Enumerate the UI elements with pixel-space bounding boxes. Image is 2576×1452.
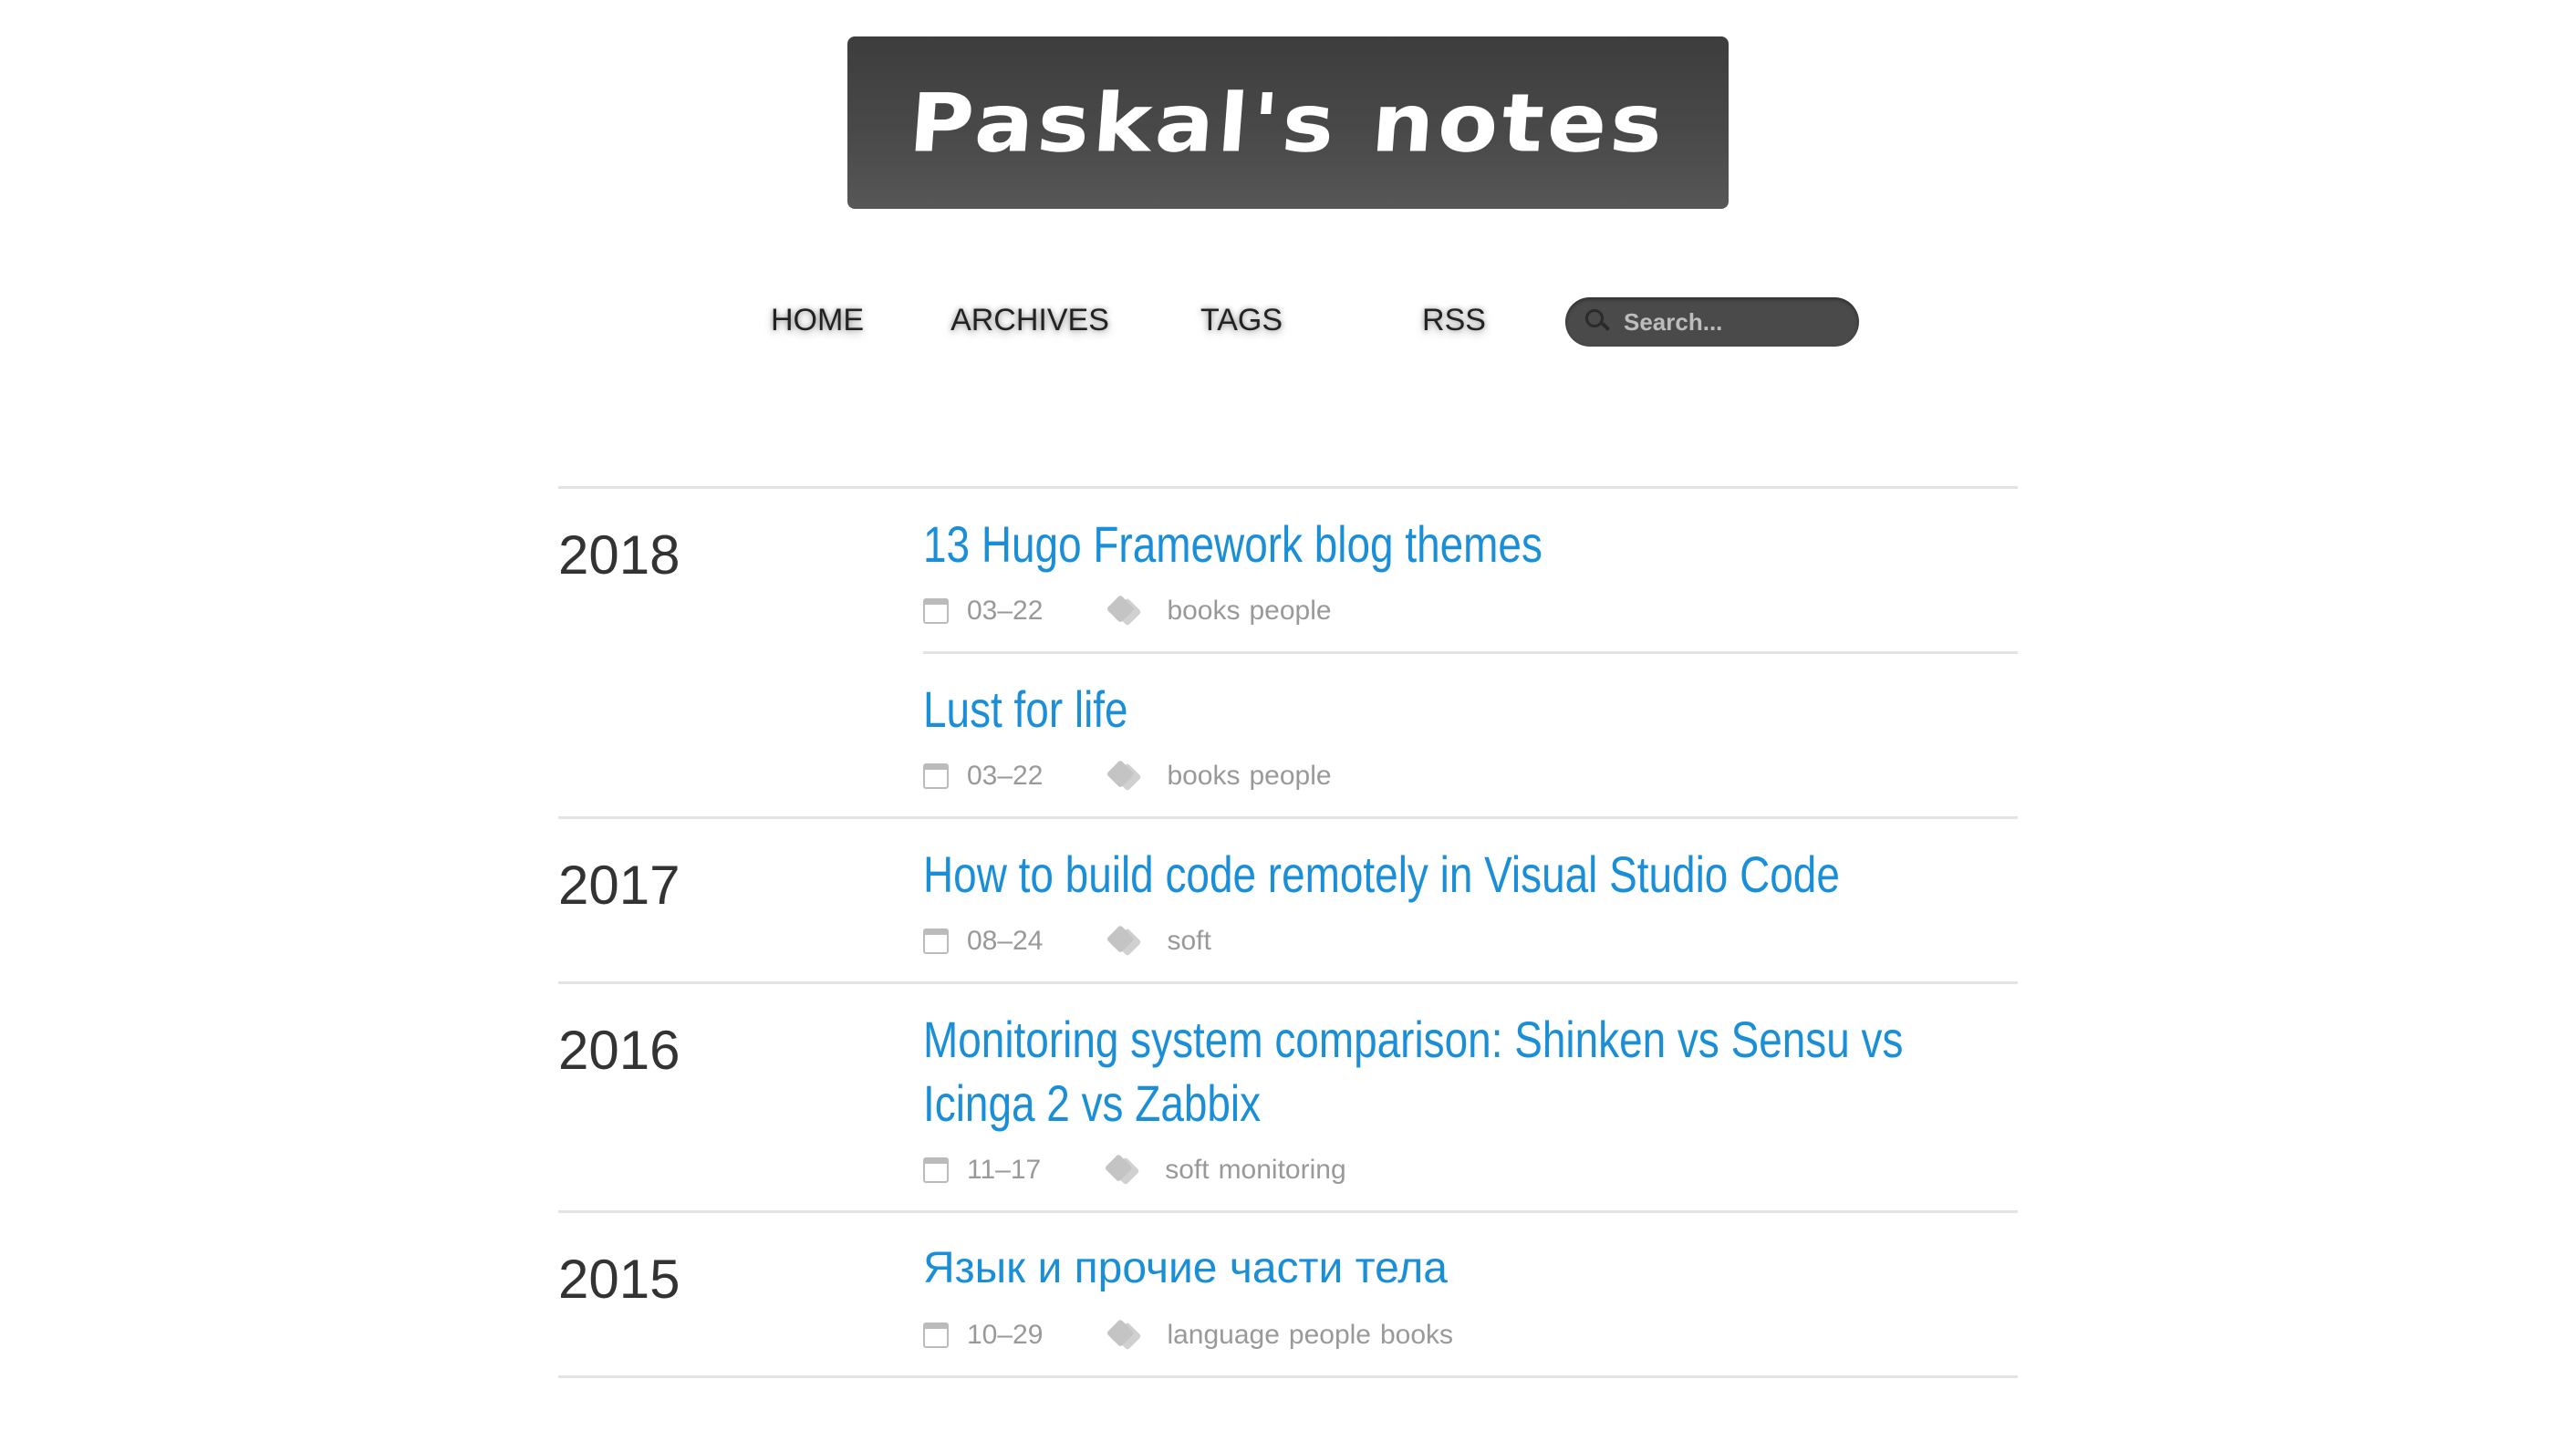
tag-link[interactable]: books	[1167, 596, 1240, 627]
calendar-icon	[923, 763, 949, 789]
tag-link[interactable]: soft	[1165, 1155, 1209, 1186]
year-group: 2018 13 Hugo Framework blog themes 03–22 bo…	[558, 486, 2018, 804]
post-title-link[interactable]: 13 Hugo Framework blog themes	[923, 513, 2018, 576]
tag-icon	[1105, 1159, 1132, 1181]
post-date: 03–22	[967, 761, 1044, 791]
tag-link[interactable]: books	[1167, 761, 1240, 792]
post-date: 10–29	[967, 1320, 1044, 1350]
post-item: Monitoring system comparison: Shinken vs…	[923, 984, 2018, 1198]
nav-home-link[interactable]: HOME	[726, 303, 909, 338]
year-heading: 2015	[558, 1249, 680, 1310]
nav-archives-link[interactable]: ARCHIVES	[939, 303, 1121, 338]
calendar-icon	[923, 928, 949, 954]
post-title-link[interactable]: How to build code remotely in Visual Stu…	[923, 843, 2018, 907]
year-group: 2015 Язык и прочие части тела 10–29 languag…	[558, 1210, 2018, 1363]
tag-icon	[1106, 765, 1134, 787]
year-heading: 2017	[558, 855, 680, 916]
year-group: 2016 Monitoring system comparison: Shinke…	[558, 981, 2018, 1198]
tag-link[interactable]: monitoring	[1219, 1155, 1346, 1186]
site-logo-text: Paskal's notes	[906, 75, 1670, 171]
tag-link[interactable]: soft	[1167, 926, 1210, 957]
post-item: Lust for life 03–22 books people	[923, 651, 2018, 804]
post-date: 03–22	[967, 596, 1044, 626]
post-meta: 03–22 books people	[923, 749, 2018, 804]
year-posts: Monitoring system comparison: Shinken vs…	[923, 984, 2018, 1198]
tag-link[interactable]: books	[1380, 1320, 1453, 1351]
search-box[interactable]	[1565, 297, 1859, 347]
tag-link[interactable]: people	[1250, 596, 1332, 627]
site-logo[interactable]: Paskal's notes	[847, 36, 1729, 209]
year-posts: Язык и прочие части тела 10–29 language peo…	[923, 1213, 2018, 1363]
year-group: 2017 How to build code remotely in Visual…	[558, 816, 2018, 969]
calendar-icon	[923, 598, 949, 624]
page: Paskal's notes HOME ARCHIVES TAGS RSS 20…	[0, 0, 2576, 1452]
post-meta: 03–22 books people	[923, 584, 2018, 638]
main-nav: HOME ARCHIVES TAGS RSS	[0, 290, 2576, 354]
post-title-link[interactable]: Monitoring system comparison: Shinken vs…	[923, 1008, 2018, 1136]
post-meta: 11–17 soft monitoring	[923, 1143, 2018, 1198]
search-input[interactable]	[1622, 306, 1844, 337]
post-title-link[interactable]: Язык и прочие части тела	[923, 1237, 2018, 1301]
post-item: 13 Hugo Framework blog themes 03–22 books p…	[923, 489, 2018, 638]
tag-icon	[1106, 930, 1134, 952]
post-date: 08–24	[967, 926, 1044, 956]
tag-link[interactable]: people	[1289, 1320, 1371, 1351]
year-heading: 2016	[558, 1020, 680, 1081]
tag-link[interactable]: language	[1167, 1320, 1279, 1351]
post-title-link[interactable]: Lust for life	[923, 678, 2018, 742]
post-meta: 08–24 soft	[923, 914, 2018, 969]
year-heading: 2018	[558, 524, 680, 586]
tag-link[interactable]: people	[1250, 761, 1332, 792]
post-meta: 10–29 language people books	[923, 1308, 2018, 1363]
calendar-icon	[923, 1157, 949, 1183]
year-posts: How to build code remotely in Visual Stu…	[923, 819, 2018, 969]
calendar-icon	[923, 1322, 949, 1348]
post-item: How to build code remotely in Visual Stu…	[923, 819, 2018, 969]
nav-rss-link[interactable]: RSS	[1363, 303, 1545, 338]
tag-icon	[1106, 1324, 1134, 1346]
archive-bottom-divider	[558, 1375, 2018, 1378]
post-date: 11–17	[967, 1155, 1042, 1185]
nav-tags-link[interactable]: TAGS	[1150, 303, 1333, 338]
tag-icon	[1106, 600, 1134, 622]
post-item: Язык и прочие части тела 10–29 language peo…	[923, 1213, 2018, 1363]
archive-list: 2018 13 Hugo Framework blog themes 03–22 bo…	[558, 486, 2018, 1378]
year-posts: 13 Hugo Framework blog themes 03–22 books p…	[923, 489, 2018, 804]
search-icon	[1584, 306, 1616, 338]
